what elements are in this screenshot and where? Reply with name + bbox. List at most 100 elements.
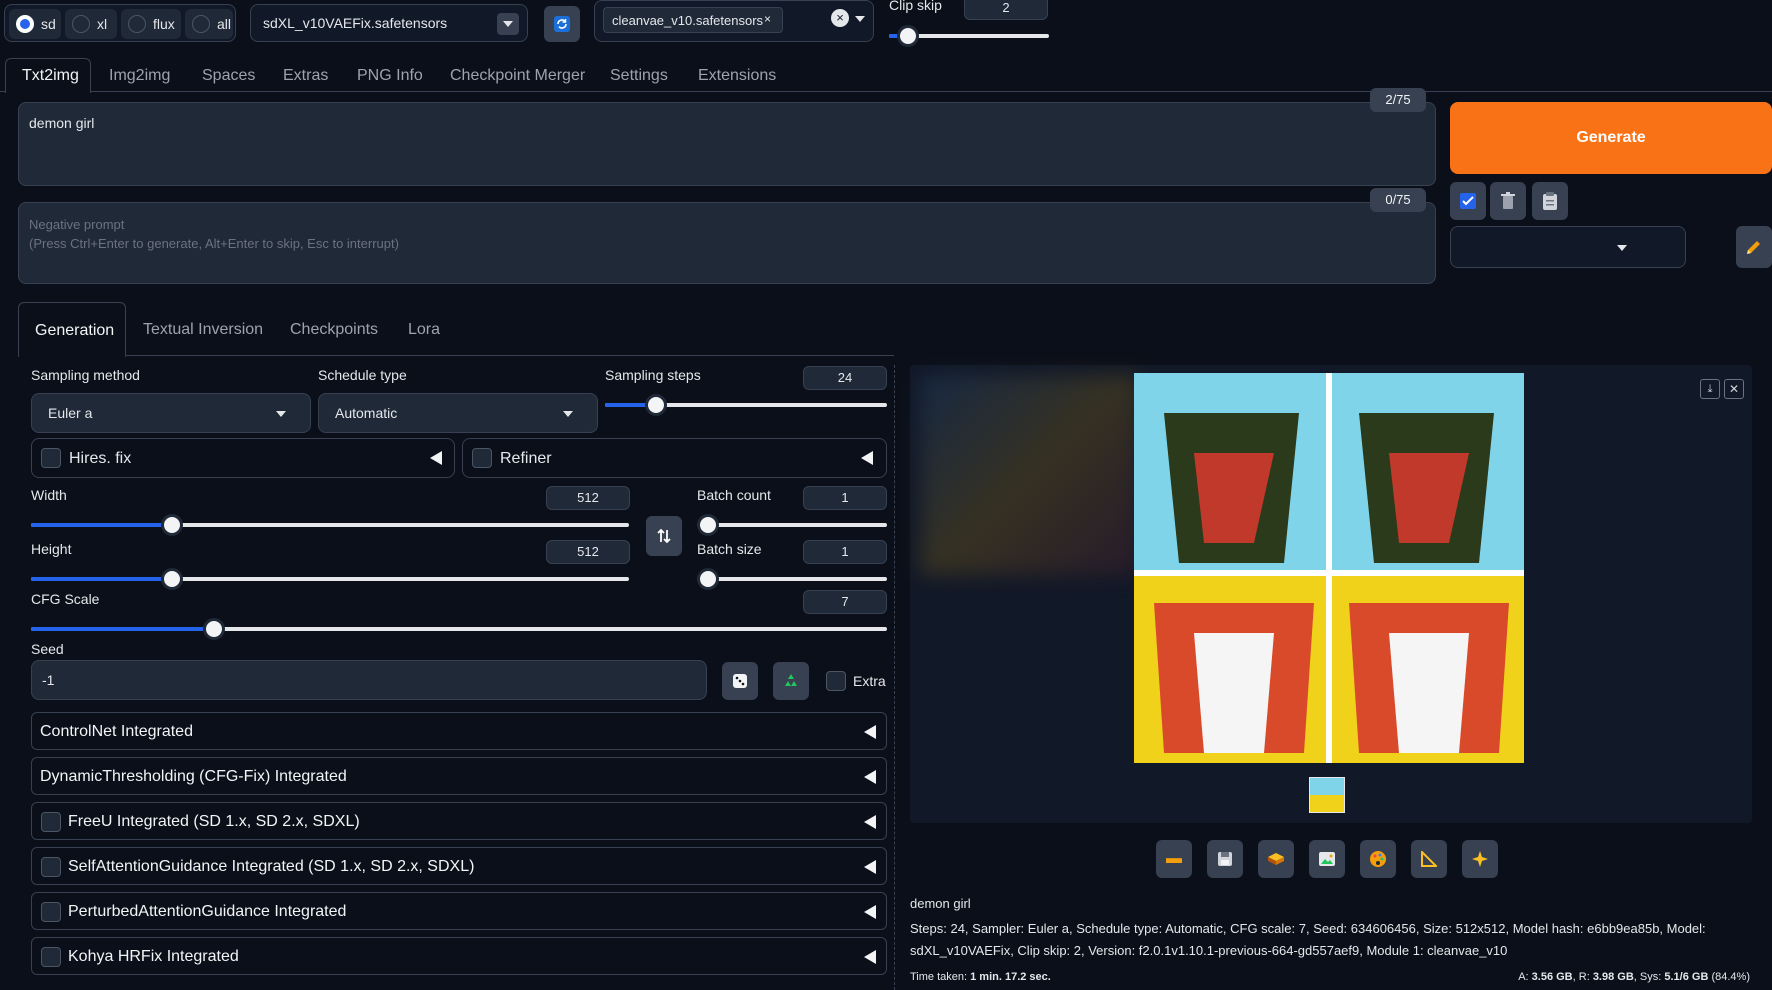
send-to-extras-button[interactable] xyxy=(1411,840,1447,878)
hires-fix-accordion[interactable]: Hires. fix xyxy=(31,438,455,478)
batch-count-slider[interactable] xyxy=(697,514,887,536)
radio-xl[interactable]: xl xyxy=(65,9,117,39)
random-seed-button[interactable] xyxy=(722,662,758,700)
close-icon[interactable]: ✕ xyxy=(1724,379,1744,399)
perturbed-attention-guidance-collapse-icon xyxy=(864,905,876,919)
styles-dropdown[interactable] xyxy=(1450,226,1686,268)
vae-multiselect[interactable]: cleanvae_v10.safetensors × × xyxy=(594,0,874,42)
send-to-img2img-button[interactable] xyxy=(1309,840,1345,878)
mem-sys-label: Sys: xyxy=(1639,971,1662,983)
panel-divider xyxy=(894,365,895,990)
open-folder-button[interactable]: ▬ xyxy=(1156,840,1192,878)
mem-a-label: A: xyxy=(1518,971,1529,983)
freeu-accordion[interactable]: FreeU Integrated (SD 1.x, SD 2.x, SDXL) xyxy=(31,802,887,840)
download-icon[interactable]: ⤓ xyxy=(1700,379,1720,399)
zip-button[interactable] xyxy=(1258,840,1294,878)
height-fill xyxy=(31,577,171,581)
tab-extensions[interactable]: Extensions xyxy=(698,67,776,85)
upscale-button[interactable] xyxy=(1462,840,1498,878)
sampling-method-label: Sampling method xyxy=(31,367,140,383)
radio-flux[interactable]: flux xyxy=(121,9,181,39)
clip-skip-slider[interactable] xyxy=(889,25,1049,47)
refiner-accordion[interactable]: Refiner xyxy=(462,438,887,478)
tab-textual-inversion[interactable]: Textual Inversion xyxy=(143,321,263,339)
height-input[interactable]: 512 xyxy=(546,540,630,564)
tab-checkpoints[interactable]: Checkpoints xyxy=(290,321,378,339)
radio-all[interactable]: all xyxy=(185,9,233,39)
schedule-type-value: Automatic xyxy=(335,405,398,421)
negative-prompt-textarea[interactable]: Negative prompt (Press Ctrl+Enter to gen… xyxy=(18,202,1436,284)
apply-styles-button[interactable] xyxy=(1450,182,1486,220)
batch-size-input[interactable]: 1 xyxy=(803,540,887,564)
tab-lora[interactable]: Lora xyxy=(408,321,440,339)
seed-input[interactable]: -1 xyxy=(31,660,707,700)
save-button[interactable] xyxy=(1207,840,1243,878)
tab-spaces[interactable]: Spaces xyxy=(202,67,255,85)
cfg-scale-slider[interactable] xyxy=(31,618,887,640)
reuse-seed-button[interactable] xyxy=(773,662,809,700)
tab-settings[interactable]: Settings xyxy=(610,67,668,85)
batch-count-input[interactable]: 1 xyxy=(803,486,887,510)
batch-size-slider[interactable] xyxy=(697,568,887,590)
height-slider[interactable] xyxy=(31,568,629,590)
batch-count-thumb[interactable] xyxy=(697,514,719,536)
sampling-steps-slider[interactable] xyxy=(605,394,887,416)
width-thumb[interactable] xyxy=(161,514,183,536)
prompt-token-counter: 2/75 xyxy=(1370,88,1426,112)
vae-chevron-icon[interactable] xyxy=(855,16,865,22)
cfg-scale-label: CFG Scale xyxy=(31,591,100,607)
clip-skip-thumb[interactable] xyxy=(897,25,919,47)
generated-image[interactable] xyxy=(1134,373,1524,763)
tab-img2img[interactable]: Img2img xyxy=(109,67,170,85)
mem-r-value: 3.98 GB xyxy=(1592,971,1634,983)
mem-sys-value: 5.1/6 GB xyxy=(1664,971,1709,983)
seed-extra-checkbox[interactable] xyxy=(826,671,846,691)
height-thumb[interactable] xyxy=(161,568,183,590)
refiner-checkbox[interactable] xyxy=(472,448,492,468)
perturbed-attention-guidance-accordion[interactable]: PerturbedAttentionGuidance Integrated xyxy=(31,892,887,930)
kohya-hrfix-accordion[interactable]: Kohya HRFix Integrated xyxy=(31,937,887,975)
freeu-checkbox[interactable] xyxy=(41,812,61,832)
tab-checkpoint-merger[interactable]: Checkpoint Merger xyxy=(450,67,585,85)
paste-params-button[interactable] xyxy=(1532,182,1568,220)
vae-chip-remove-icon[interactable]: × xyxy=(764,12,771,26)
self-attention-guidance-accordion[interactable]: SelfAttentionGuidance Integrated (SD 1.x… xyxy=(31,847,887,885)
sampling-steps-thumb[interactable] xyxy=(645,394,667,416)
controlnet-label: ControlNet Integrated xyxy=(40,723,193,740)
width-slider[interactable] xyxy=(31,514,629,536)
hires-fix-checkbox[interactable] xyxy=(41,448,61,468)
dice-icon xyxy=(733,674,747,688)
dynamic-thresholding-accordion[interactable]: DynamicThresholding (CFG-Fix) Integrated xyxy=(31,757,887,795)
pencil-icon xyxy=(1747,241,1760,254)
schedule-type-dropdown[interactable]: Automatic xyxy=(318,393,598,433)
recycle-icon xyxy=(785,674,797,686)
checkpoint-dropdown[interactable]: sdXL_v10VAEFix.safetensors xyxy=(250,4,528,42)
prompt-textarea[interactable]: demon girl xyxy=(18,102,1436,186)
perturbed-attention-guidance-checkbox[interactable] xyxy=(41,902,61,922)
clear-prompt-button[interactable] xyxy=(1490,182,1526,220)
width-input[interactable]: 512 xyxy=(546,486,630,510)
dynamic-thresholding-label: DynamicThresholding (CFG-Fix) Integrated xyxy=(40,768,347,785)
sampling-steps-input[interactable]: 24 xyxy=(803,366,887,390)
controlnet-accordion[interactable]: ControlNet Integrated xyxy=(31,712,887,750)
refresh-checkpoints-button[interactable] xyxy=(544,6,580,42)
swap-dimensions-button[interactable] xyxy=(646,516,682,556)
self-attention-guidance-checkbox[interactable] xyxy=(41,857,61,877)
sampling-method-dropdown[interactable]: Euler a xyxy=(31,393,311,433)
tab-png-info[interactable]: PNG Info xyxy=(357,67,423,85)
cfg-scale-input[interactable]: 7 xyxy=(803,590,887,614)
generate-button[interactable]: Generate xyxy=(1450,102,1772,174)
tab-generation[interactable]: Generation xyxy=(18,302,126,357)
clip-skip-input[interactable]: 2 xyxy=(964,0,1048,20)
send-to-inpaint-button[interactable] xyxy=(1360,840,1396,878)
gallery-thumbnail[interactable] xyxy=(1309,777,1345,813)
vae-clear-icon[interactable]: × xyxy=(831,9,849,27)
kohya-hrfix-checkbox[interactable] xyxy=(41,947,61,967)
radio-sd[interactable]: sd xyxy=(9,9,61,39)
cfg-scale-thumb[interactable] xyxy=(203,618,225,640)
tab-extras[interactable]: Extras xyxy=(283,67,328,85)
batch-size-thumb[interactable] xyxy=(697,568,719,590)
edit-styles-button[interactable] xyxy=(1736,226,1772,268)
prompt-text: demon girl xyxy=(29,115,95,131)
tab-txt2img[interactable]: Txt2img xyxy=(5,58,91,93)
